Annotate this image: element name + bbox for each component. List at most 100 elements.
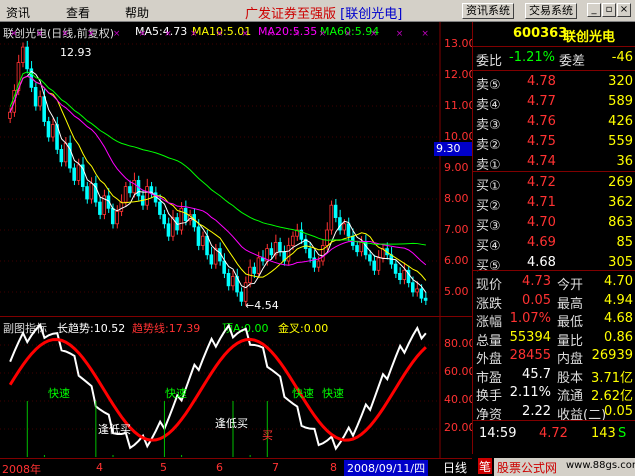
x-label-4: 4 <box>96 461 103 474</box>
book-row: 买④ 4.69 85 <box>473 233 635 254</box>
menu-view[interactable]: 查看 <box>66 4 90 21</box>
stat-value-2: 4.68 <box>604 311 633 326</box>
low-buy-label-1: 逢低买 <box>98 423 131 436</box>
fast-label-4: 快速 <box>322 387 344 400</box>
info-system-button[interactable]: 资讯系统 <box>462 3 514 19</box>
book-level: 卖④ <box>476 98 501 113</box>
tick-row: 14:59 4.72 143 S <box>473 424 635 444</box>
minimize-icon[interactable]: _ <box>587 3 601 17</box>
x-label-6: 6 <box>216 461 223 474</box>
svg-text:×: × <box>36 29 44 39</box>
indicator-svg <box>0 317 441 459</box>
book-price: 4.75 <box>527 134 556 149</box>
book-level: 卖⑤ <box>476 78 501 93</box>
book-volume: 85 <box>616 235 633 250</box>
quote-panel: 600363 联创光电 委比 -1.21% 委差 -46 卖⑤ 4.78 320 卖④… <box>472 22 635 454</box>
book-price: 4.70 <box>527 215 556 230</box>
book-level: 卖② <box>476 138 501 153</box>
y-tick: 9.00 <box>444 161 469 174</box>
stat-value-2: 26939 <box>591 348 633 363</box>
y-tick: 8.00 <box>444 192 469 205</box>
svg-text:×: × <box>370 29 378 39</box>
stock-name: 联创光电 <box>563 30 616 45</box>
book-price: 4.72 <box>527 175 556 190</box>
tick-volume: 143 <box>591 426 616 441</box>
svg-text:×: × <box>267 29 275 39</box>
stat-value-2: 0.86 <box>604 329 633 345</box>
trade-system-button[interactable]: 交易系统 <box>525 3 577 19</box>
book-row: 买① 4.72 269 <box>473 173 635 194</box>
stat-value: 2.11% <box>509 385 551 400</box>
book-price: 4.78 <box>527 74 556 89</box>
tick-time: 14:59 <box>479 426 517 441</box>
book-price: 4.69 <box>527 235 556 250</box>
svg-text:×: × <box>216 29 224 39</box>
stat-row: 净资 2.22 收益(二) 0.05 <box>473 402 635 423</box>
stat-value: 55394 <box>509 329 551 345</box>
book-level: 买① <box>476 179 501 194</box>
book-row: 卖② 4.75 559 <box>473 132 635 153</box>
stat-value: 4.73 <box>522 274 551 289</box>
book-price: 4.76 <box>527 114 556 129</box>
stat-row: 现价 4.73 今开 4.70 <box>473 272 635 293</box>
svg-text:×: × <box>139 29 147 39</box>
svg-text:×: × <box>241 29 249 39</box>
stat-value-2: 4.94 <box>604 292 633 308</box>
book-volume: 863 <box>608 215 633 230</box>
svg-text:×: × <box>421 29 429 39</box>
stat-value: 1.07% <box>509 311 551 326</box>
svg-text:×: × <box>396 29 404 39</box>
book-row: 卖⑤ 4.78 320 <box>473 72 635 93</box>
weicha-label: 委差 <box>559 54 586 69</box>
book-row: 买③ 4.70 863 <box>473 213 635 234</box>
book-row: 买② 4.71 362 <box>473 193 635 214</box>
book-volume: 589 <box>608 94 633 109</box>
book-volume: 305 <box>608 255 633 270</box>
book-level: 卖③ <box>476 118 501 133</box>
menu-info[interactable]: 资讯 <box>6 4 30 21</box>
weibi-value: -1.21% <box>509 50 555 65</box>
stat-value-2: 4.70 <box>604 274 633 289</box>
fast-label-2: 快速 <box>165 387 187 400</box>
watermark: 股票公式网 www.88gs.com <box>494 458 635 476</box>
sub-y-tick: 20.00 <box>444 421 476 434</box>
svg-text:×: × <box>344 29 352 39</box>
fast-label-3: 快速 <box>292 387 314 400</box>
app-title: 广发证券至强版 [联创光电] <box>245 7 403 22</box>
current-date: 2008/09/11/四 <box>344 460 429 476</box>
stat-row: 市盈 45.7 股本 3.71亿 <box>473 365 635 386</box>
main-chart[interactable]: 联创光电(日线,前复权) MA5:4.73 MA10:5.01 MA20:5.3… <box>0 22 476 316</box>
stat-row: 涨跌 0.05 最高 4.94 <box>473 291 635 312</box>
x-label-8: 8 <box>330 461 337 474</box>
app-title-stock: [联创光电] <box>340 7 403 22</box>
stat-value: 0.05 <box>522 292 551 308</box>
restore-icon[interactable]: ▫ <box>602 3 616 17</box>
svg-text:×: × <box>61 29 69 39</box>
svg-text:×: × <box>10 29 18 39</box>
x-label-7: 7 <box>272 461 279 474</box>
tab-tick[interactable]: 笔 <box>478 458 492 474</box>
tick-price: 4.72 <box>539 426 568 441</box>
sub-y-tick: 80.00 <box>444 337 476 350</box>
stat-row: 外盘 28455 内盘 26939 <box>473 346 635 367</box>
y-tick: 11.00 <box>444 99 476 112</box>
y-tick: 7.00 <box>444 223 469 236</box>
stat-row: 换手 2.11% 流通 2.62亿 <box>473 383 635 404</box>
svg-text:×: × <box>293 29 301 39</box>
svg-text:×: × <box>190 29 198 39</box>
svg-text:×: × <box>164 29 172 39</box>
sub-y-tick: 60.00 <box>444 365 476 378</box>
book-price: 4.71 <box>527 195 556 210</box>
brand-text: 股票公式网 <box>497 461 558 475</box>
sub-chart[interactable]: 副图指标 长趋势:10.52 趋势线:17.39 顶A:0.00 金叉:0.00… <box>0 316 476 459</box>
tab-daily[interactable]: 日线 <box>443 459 467 476</box>
app-window: 资讯 查看 帮助 广发证券至强版 [联创光电] 资讯系统 交易系统 _ ▫ × … <box>0 0 635 476</box>
close-icon[interactable]: × <box>617 3 631 17</box>
menu-help[interactable]: 帮助 <box>125 4 149 21</box>
price-tag: 9.30 <box>434 142 472 156</box>
book-volume: 36 <box>616 154 633 169</box>
svg-text:×: × <box>87 29 95 39</box>
book-price: 4.68 <box>527 255 556 270</box>
book-level: 买③ <box>476 219 501 234</box>
brand-url: www.88gs.com <box>566 460 635 471</box>
